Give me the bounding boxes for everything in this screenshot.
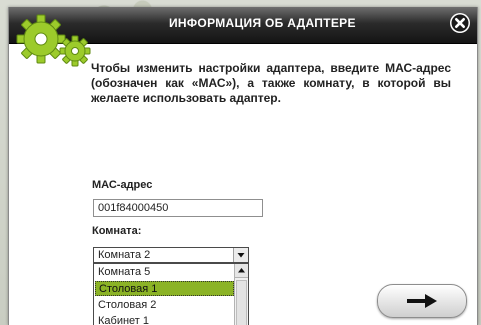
close-button[interactable] — [450, 13, 470, 33]
chevron-down-icon — [237, 253, 245, 258]
room-option[interactable]: Комната 5 — [95, 265, 234, 280]
list-scrollbar[interactable] — [234, 264, 248, 325]
room-select[interactable]: Комната 2 — [93, 247, 249, 263]
next-button[interactable] — [377, 284, 467, 318]
instructions-text: Чтобы изменить настройки адаптера, введи… — [91, 61, 451, 105]
room-option[interactable]: Столовая 2 — [95, 298, 234, 313]
adapter-info-dialog: ИНФОРМАЦИЯ ОБ АДАПТЕРЕ Чтобы изменить на… — [8, 7, 478, 325]
dialog-title: ИНФОРМАЦИЯ ОБ АДАПТЕРЕ — [169, 16, 356, 30]
scroll-thumb[interactable] — [236, 280, 247, 325]
room-label: Комната: — [92, 225, 142, 237]
room-option-highlighted[interactable]: Столовая 1 — [95, 281, 234, 296]
chevron-up-icon — [238, 268, 245, 273]
room-options-list[interactable]: Комната 5 Столовая 1 Столовая 2 Кабинет … — [93, 263, 249, 325]
room-option[interactable]: Кабинет 1 — [95, 314, 234, 325]
arrow-right-icon — [407, 294, 437, 308]
close-icon — [451, 14, 469, 32]
mac-address-input[interactable] — [93, 199, 263, 217]
mac-address-label: МАС-адрес — [92, 179, 153, 191]
room-select-value: Комната 2 — [98, 249, 151, 261]
gears-icon — [16, 14, 91, 67]
scroll-up-button[interactable] — [235, 264, 248, 278]
dropdown-arrow-button[interactable] — [233, 248, 248, 262]
